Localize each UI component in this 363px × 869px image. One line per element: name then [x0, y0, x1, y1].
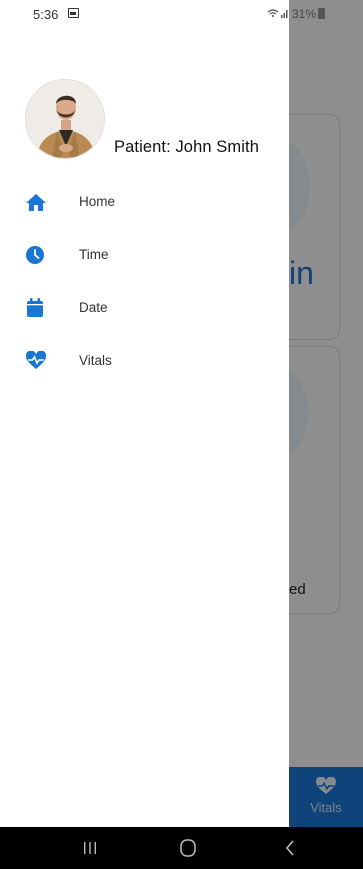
heart-pulse-icon	[25, 351, 47, 369]
back-button[interactable]	[279, 837, 303, 859]
status-indicators: 31%	[267, 7, 325, 21]
avatar	[25, 79, 105, 159]
patient-name-label: Patient: John Smith	[114, 138, 259, 156]
menu-item-label: Date	[79, 300, 108, 315]
clock-icon	[26, 246, 44, 264]
menu-item-time[interactable]: Time	[0, 233, 289, 277]
menu-item-label: Home	[79, 194, 116, 209]
battery-icon	[318, 8, 325, 19]
patient-photo	[26, 80, 104, 158]
system-nav-bar	[0, 827, 363, 869]
calendar-icon	[27, 298, 43, 317]
wifi-signal-icon	[267, 9, 288, 18]
menu-item-date[interactable]: Date	[0, 286, 289, 330]
gallery-notification-icon	[68, 8, 79, 18]
status-bar: 5:36 31%	[0, 0, 363, 28]
status-time: 5:36	[33, 7, 59, 22]
battery-percent: 31%	[291, 7, 316, 21]
menu-item-label: Vitals	[79, 353, 112, 368]
recent-apps-button[interactable]	[78, 837, 102, 859]
menu-item-label: Time	[79, 247, 109, 262]
menu-item-vitals[interactable]: Vitals	[0, 339, 289, 383]
home-icon	[26, 194, 46, 211]
menu-item-home[interactable]: Home	[0, 180, 289, 224]
home-button[interactable]	[176, 837, 200, 859]
navigation-drawer: Patient: John Smith Home Time Date Vital…	[0, 0, 289, 827]
